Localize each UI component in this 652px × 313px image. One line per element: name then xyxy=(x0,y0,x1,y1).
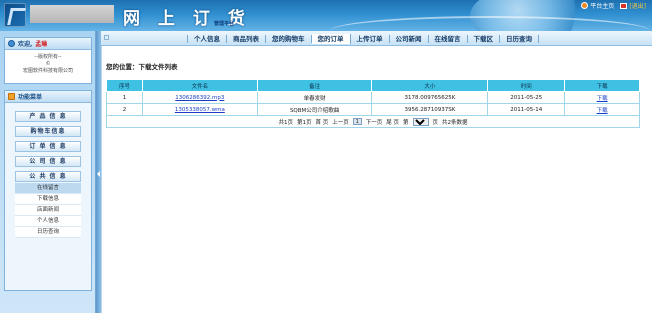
swoosh-graphic xyxy=(330,16,650,31)
menu-body: 产 品 信 息 购物车信息 订 单 信 息 公 司 信 息 公 共 信 息 在线… xyxy=(5,103,91,290)
col-header-filename: 文件名 xyxy=(141,79,258,92)
cell-size: 3956.28710937SK xyxy=(371,103,489,116)
pager-last-button[interactable]: 尾 页 xyxy=(386,118,399,126)
menu-panel: 功能菜单 产 品 信 息 购物车信息 订 单 信 息 公 司 信 息 公 共 信… xyxy=(4,90,92,291)
col-header-no: 序号 xyxy=(106,79,143,92)
download-link[interactable]: 下载 xyxy=(597,96,608,102)
welcome-header: 欢迎, 孟琳 xyxy=(5,38,91,50)
nav-item-cart[interactable]: 您的购物车 xyxy=(266,34,312,43)
pager-next-button[interactable]: 下一页 xyxy=(366,118,383,126)
submenu-item-profile[interactable]: 个人信息 xyxy=(15,216,81,227)
pager-page-select[interactable]: 1 xyxy=(412,117,429,126)
submenu-item-calendar[interactable]: 日历查询 xyxy=(15,227,81,238)
page-location: 您的位置：下载文件列表 xyxy=(106,63,178,71)
logo-icon xyxy=(4,3,26,27)
file-link[interactable]: 1305338057.wma xyxy=(175,107,225,113)
cell-no: 1 xyxy=(106,91,143,104)
home-link[interactable]: 平台主页 xyxy=(581,1,614,10)
nav-item-upload-order[interactable]: 上传订单 xyxy=(351,34,390,43)
col-header-download: 下载 xyxy=(564,79,640,92)
file-link[interactable]: 1306286392.mp3 xyxy=(175,95,224,101)
submenu-item-news[interactable]: 店面新闻 xyxy=(15,205,81,216)
pager-page-unit: 页 xyxy=(432,119,439,126)
menu-button-cart[interactable]: 购物车信息 xyxy=(15,126,81,137)
menu-button-public[interactable]: 公 共 信 息 xyxy=(15,171,81,182)
company-name: 宏图软件科技有限公司 xyxy=(22,68,73,74)
copyright-symbol: © xyxy=(45,61,51,67)
app-window: 网 上 订 货 管理平台 平台主页 [退出] 欢迎, 孟琳 --版权所有-- © xyxy=(0,0,652,313)
exit-link[interactable]: [退出] xyxy=(620,1,646,10)
cell-no: 2 xyxy=(106,103,143,116)
pager-total-records: 共2条数据 xyxy=(442,119,468,126)
cell-time: 2011-05-25 xyxy=(487,91,566,104)
pager-prev-button[interactable]: 上一页 xyxy=(332,118,349,126)
menu-icon xyxy=(8,93,15,100)
nav-item-company-news[interactable]: 公司新闻 xyxy=(390,34,429,43)
table-row: 2 1305338057.wma SQBM公司介绍歌曲 3956.2871093… xyxy=(106,103,640,116)
menu-button-products[interactable]: 产 品 信 息 xyxy=(15,111,81,122)
main-content: 您的位置：下载文件列表 序号 文件名 备注 大小 时间 下载 1 1306286… xyxy=(101,46,652,313)
pager-page-box[interactable]: 1 xyxy=(352,118,362,125)
cell-time: 2011-05-14 xyxy=(487,103,566,116)
nav-item-products[interactable]: 商品列表 xyxy=(227,34,266,43)
menu-button-orders[interactable]: 订 单 信 息 xyxy=(15,141,81,152)
col-header-time: 时间 xyxy=(487,79,566,92)
exit-link-label: [退出] xyxy=(629,3,646,10)
cell-download: 下载 xyxy=(564,91,640,104)
cell-size: 3178.009765625K xyxy=(371,91,489,104)
pager-row: 共1页 第1页 首 页 上一页 1 下一页 尾 页 第 1 页 共2条数据 xyxy=(106,115,640,128)
cell-filename: 1305338057.wma xyxy=(141,103,258,116)
pager: 共1页 第1页 首 页 上一页 1 下一页 尾 页 第 1 页 共2条数据 xyxy=(107,117,639,126)
pager-current-page: 第1页 xyxy=(296,119,312,126)
app-subtitle: 管理平台 xyxy=(214,21,235,27)
table-row: 1 1306286392.mp3 单春发财 3178.009765625K 20… xyxy=(106,91,640,104)
cell-filename: 1306286392.mp3 xyxy=(141,91,258,104)
copyright-block: --版权所有-- © 宏图软件科技有限公司 xyxy=(5,50,91,75)
nav-item-profile[interactable]: 个人信息 xyxy=(187,34,227,43)
pager-cell: 共1页 第1页 首 页 上一页 1 下一页 尾 页 第 1 页 共2条数据 xyxy=(106,115,640,128)
welcome-panel: 欢迎, 孟琳 --版权所有-- © 宏图软件科技有限公司 xyxy=(4,37,92,84)
cell-note: 单春发财 xyxy=(256,91,373,104)
user-icon xyxy=(8,40,15,47)
cell-note: SQBM公司介绍歌曲 xyxy=(256,103,373,116)
nav-item-orders[interactable]: 您的订单 xyxy=(311,33,351,44)
header-banner: 网 上 订 货 管理平台 平台主页 [退出] xyxy=(0,0,652,31)
col-header-note: 备注 xyxy=(256,79,373,92)
sidebar: 欢迎, 孟琳 --版权所有-- © 宏图软件科技有限公司 功能菜单 产 品 信 … xyxy=(0,31,96,313)
nav-item-messages[interactable]: 在线留言 xyxy=(429,34,468,43)
top-links: 平台主页 [退出] xyxy=(581,1,646,10)
menu-button-company[interactable]: 公 司 信 息 xyxy=(15,156,81,167)
welcome-label: 欢迎, xyxy=(18,41,33,48)
col-header-size: 大小 xyxy=(371,79,489,92)
download-table: 序号 文件名 备注 大小 时间 下载 1 1306286392.mp3 单春发财… xyxy=(106,79,640,128)
username: 孟琳 xyxy=(35,41,48,48)
download-link[interactable]: 下载 xyxy=(597,108,608,114)
collapse-arrow-icon xyxy=(97,171,100,177)
copyright-line: --版权所有-- xyxy=(34,54,62,60)
nav-item-downloads[interactable]: 下载区 xyxy=(468,34,500,43)
pager-goto-label: 第 xyxy=(403,119,409,126)
nav-items: 个人信息 商品列表 您的购物车 您的订单 上传订单 公司新闻 在线留言 下载区 … xyxy=(187,31,539,46)
home-link-label: 平台主页 xyxy=(590,3,615,10)
nav-corner-icon xyxy=(104,35,109,40)
menu-title: 功能菜单 xyxy=(18,94,43,101)
brand-name-placeholder xyxy=(30,5,114,23)
cell-download: 下载 xyxy=(564,103,640,116)
public-submenu: 在线留言 下载信息 店面新闻 个人信息 日历查询 xyxy=(15,183,81,238)
submenu-item-downloads[interactable]: 下载信息 xyxy=(15,194,81,205)
top-nav: 个人信息 商品列表 您的购物车 您的订单 上传订单 公司新闻 在线留言 下载区 … xyxy=(101,31,652,46)
submenu-item-messages[interactable]: 在线留言 xyxy=(15,183,81,194)
nav-item-calendar[interactable]: 日历查询 xyxy=(500,34,539,43)
exit-icon xyxy=(620,2,628,9)
pager-total-pages: 共1页 xyxy=(278,119,293,126)
table-header-row: 序号 文件名 备注 大小 时间 下载 xyxy=(106,79,640,92)
pager-first-button[interactable]: 首 页 xyxy=(315,118,328,126)
menu-header: 功能菜单 xyxy=(5,91,91,103)
home-icon xyxy=(581,2,589,9)
